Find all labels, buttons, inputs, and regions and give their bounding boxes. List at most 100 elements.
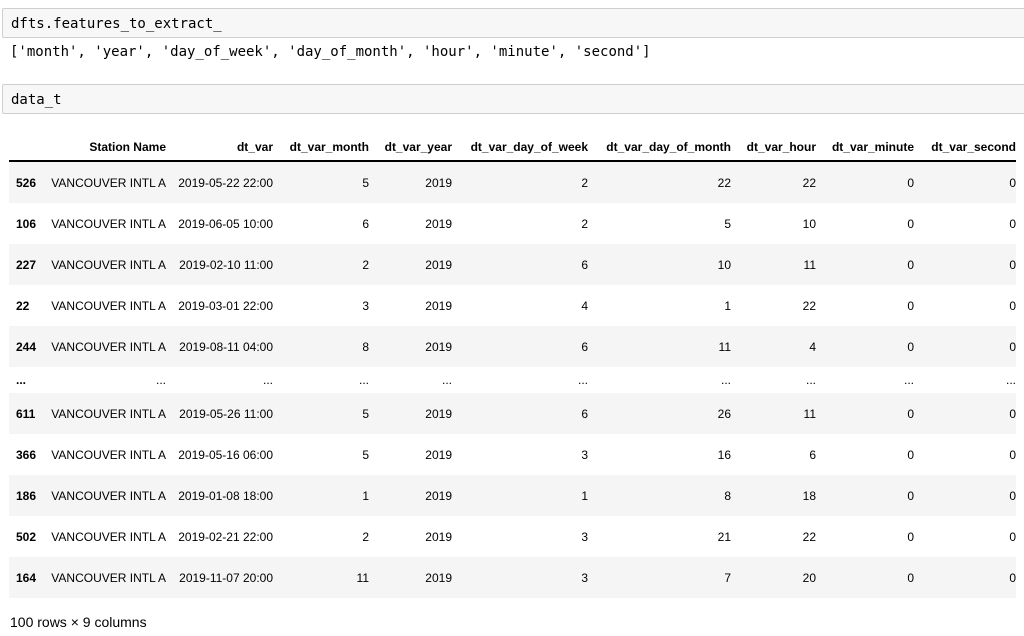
table-cell: VANCOUVER INTL A (51, 298, 166, 313)
row-index: 164 (16, 570, 37, 585)
table-cell: 5 (724, 216, 731, 231)
table-cell: VANCOUVER INTL A (51, 339, 166, 354)
table-cell: 2019-08-11 04:00 (179, 339, 273, 354)
table-cell: ... (903, 373, 914, 387)
table-cell: VANCOUVER INTL A (51, 529, 166, 544)
column-header: Station Name (89, 140, 166, 154)
table-cell: 2019-03-01 22:00 (178, 298, 273, 313)
table-cell: 0 (1009, 257, 1016, 272)
column-header: dt_var_minute (831, 140, 914, 154)
table-row: 186 VANCOUVER INTL A 2019-01-08 18:00 1 2019… (9, 475, 1016, 516)
table-cell: VANCOUVER INTL A (51, 257, 166, 272)
table-row: 227 VANCOUVER INTL A 2019-02-10 11:00 2 2019… (9, 244, 1016, 285)
table-row: .............................. (9, 367, 1016, 393)
table-row: 611 VANCOUVER INTL A 2019-05-26 11:00 5 2019… (9, 393, 1016, 434)
dataframe-table: Station Name dt_var dt_var_month dt_var_yea… (9, 134, 1016, 598)
table-cell: 16 (717, 447, 731, 462)
table-cell: 0 (907, 216, 914, 231)
column-header: dt_var_year (384, 140, 452, 154)
table-cell: 2019-02-10 11:00 (179, 257, 273, 272)
table-cell: 7 (724, 570, 731, 585)
table-cell: 2019 (425, 175, 452, 190)
table-cell: 6 (581, 406, 588, 421)
table-cell: 5 (362, 447, 369, 462)
table-cell: 0 (907, 298, 914, 313)
table-cell: 0 (1009, 406, 1016, 421)
table-cell: VANCOUVER INTL A (51, 175, 166, 190)
table-cell: 2019 (425, 529, 452, 544)
table-cell: 0 (1009, 447, 1016, 462)
table-cell: 2019 (425, 447, 452, 462)
row-index: 611 (16, 406, 36, 421)
table-cell: 2 (581, 175, 588, 190)
column-header: dt_var_second (931, 140, 1016, 154)
row-index: 106 (16, 216, 37, 231)
table-cell: 21 (717, 529, 731, 544)
row-index: 526 (16, 175, 37, 190)
code-cell-input-1[interactable]: dfts.features_to_extract_ (2, 8, 1024, 38)
table-row: 164 VANCOUVER INTL A 2019-11-07 20:00 11 201… (9, 557, 1016, 598)
table-cell: VANCOUVER INTL A (51, 488, 166, 503)
table-cell: 3 (581, 529, 588, 544)
table-cell: 0 (1009, 570, 1016, 585)
table-cell: 0 (907, 570, 914, 585)
table-row: 526 VANCOUVER INTL A 2019-05-22 22:00 5 2019… (9, 161, 1016, 203)
table-cell: VANCOUVER INTL A (51, 216, 166, 231)
table-cell: ... (358, 373, 369, 387)
column-header: dt_var (236, 140, 273, 154)
table-cell: ... (262, 373, 273, 387)
table-cell: 8 (724, 488, 731, 503)
column-header: dt_var_hour (746, 140, 816, 154)
table-cell: VANCOUVER INTL A (51, 406, 166, 421)
dataframe-shape: 100 rows × 9 columns (10, 614, 147, 630)
table-cell: VANCOUVER INTL A (51, 570, 166, 585)
table-cell: 2019 (425, 339, 452, 354)
table-cell: 22 (802, 175, 816, 190)
table-cell: 10 (802, 216, 816, 231)
table-cell: 2019 (425, 488, 452, 503)
table-cell: ... (577, 373, 588, 387)
table-cell: 2019-05-22 22:00 (178, 175, 273, 190)
row-index: ... (16, 373, 27, 387)
table-cell: 2019-05-16 06:00 (178, 447, 273, 462)
table-row: 366 VANCOUVER INTL A 2019-05-16 06:00 5 2019… (9, 434, 1016, 475)
table-cell: 6 (581, 257, 588, 272)
table-cell: 6 (809, 447, 816, 462)
table-cell: 1 (581, 488, 588, 503)
table-cell: 18 (802, 488, 816, 503)
table-cell: 6 (362, 216, 369, 231)
table-cell: 22 (802, 529, 816, 544)
table-cell: 0 (907, 257, 914, 272)
table-cell: 4 (581, 298, 588, 313)
table-cell: 26 (717, 406, 731, 421)
table-cell: 0 (1009, 216, 1016, 231)
table-cell: 0 (1009, 488, 1016, 503)
row-index: 244 (16, 339, 37, 354)
table-cell: 5 (362, 406, 369, 421)
table-cell: 5 (362, 175, 369, 190)
code-cell-input-2[interactable]: data_t (2, 84, 1024, 114)
row-index: 227 (16, 257, 37, 272)
table-cell: 1 (362, 488, 369, 503)
table-cell: 2019 (425, 257, 452, 272)
table-cell: 2019-01-08 18:00 (178, 488, 273, 503)
table-cell: 2019 (425, 216, 452, 231)
table-cell: 0 (907, 406, 914, 421)
table-cell: 6 (581, 339, 588, 354)
table-header-row: Station Name dt_var dt_var_month dt_var_yea… (9, 134, 1016, 161)
cell-output-1: ['month', 'year', 'day_of_week', 'day_of… (10, 44, 651, 60)
row-index: 186 (16, 488, 37, 503)
table-cell: 11 (718, 339, 731, 354)
table-cell: 1 (724, 298, 731, 313)
table-cell: 0 (1009, 529, 1016, 544)
table-cell: ... (720, 373, 731, 387)
table-cell: 0 (907, 175, 914, 190)
table-cell: 22 (802, 298, 816, 313)
table-cell: 2 (362, 529, 369, 544)
row-index: 502 (16, 529, 37, 544)
table-cell: 10 (717, 257, 731, 272)
table-cell: 8 (362, 339, 369, 354)
column-header: dt_var_day_of_week (470, 140, 588, 154)
table-cell: 0 (907, 447, 914, 462)
table-cell: ... (441, 373, 452, 387)
